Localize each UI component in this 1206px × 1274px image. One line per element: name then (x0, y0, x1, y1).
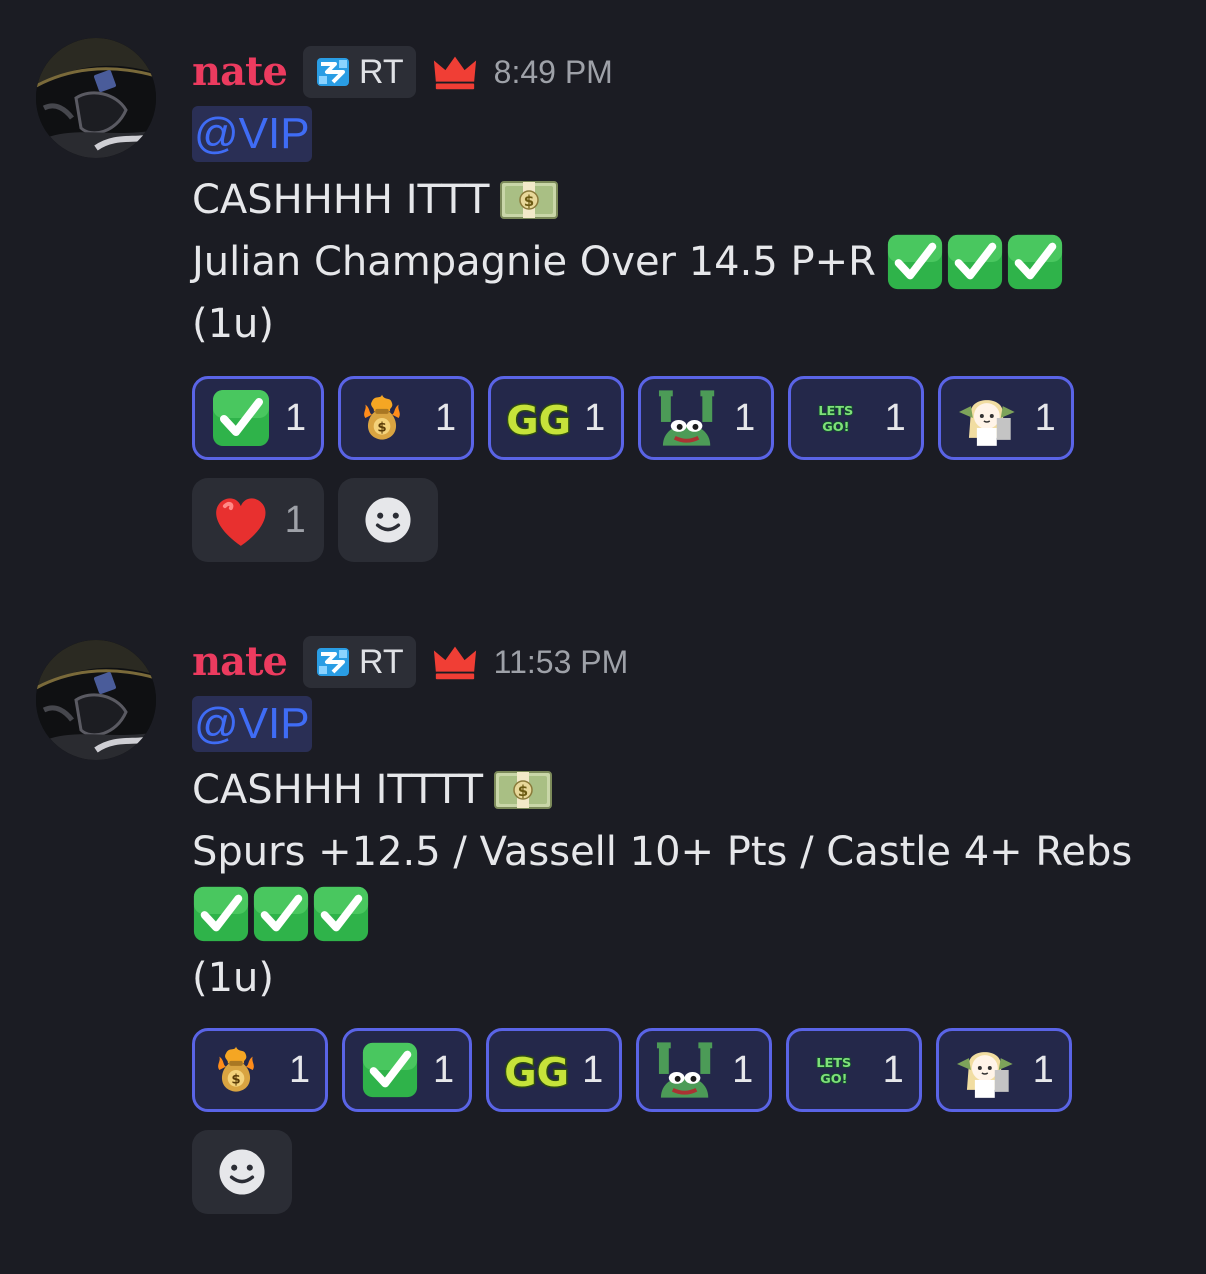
gg-emoji-icon (505, 1044, 568, 1096)
reaction-count: 1 (584, 396, 606, 439)
reaction-gg[interactable]: 1 (486, 1028, 622, 1112)
reactions-row: 1 1 1 1 1 1 (192, 1028, 1072, 1112)
avatar-image (36, 38, 156, 158)
reaction-anime-girl[interactable]: 1 (938, 376, 1074, 460)
message-line: (1u) (192, 950, 274, 1006)
money-bag-fire-icon (211, 1040, 261, 1100)
role-tag[interactable]: RT (302, 46, 416, 98)
message-header: nate RT 11:53 PM (192, 634, 628, 690)
reaction-count: 1 (1034, 396, 1056, 439)
smiley-face-icon (362, 494, 414, 546)
message-line: CASHHH ITTTT (192, 762, 553, 818)
username[interactable]: nate (192, 52, 288, 92)
role-tag[interactable]: RT (302, 636, 416, 688)
message-text: Spurs +12.5 / Vassell 10+ Pts / Castle 4… (192, 829, 1133, 875)
avatar-image (36, 640, 156, 760)
message-text: Julian Champagnie Over 14.5 P+R (192, 239, 876, 285)
reactions-row (192, 1130, 292, 1214)
check-mark-emoji-icon (361, 1038, 419, 1102)
message-line: CASHHHH ITTT (192, 172, 559, 228)
crown-icon (432, 642, 478, 682)
reaction-gg[interactable]: 1 (488, 376, 624, 460)
role-tag-label: RT (358, 642, 404, 681)
timestamp[interactable]: 8:49 PM (494, 54, 613, 91)
check-mark-icon (252, 885, 310, 943)
message-header: nate RT 8:49 PM (192, 44, 613, 100)
rt-role-icon (313, 52, 353, 92)
message-line: Julian Champagnie Over 14.5 P+R (192, 232, 1064, 292)
reaction-count: 1 (433, 1048, 455, 1091)
lets-go-emoji-icon (805, 1050, 863, 1090)
money-bag-fire-icon (357, 388, 407, 448)
anime-girl-emoji-icon (957, 387, 1017, 449)
reaction-count: 1 (882, 1048, 904, 1091)
check-mark-icon (192, 885, 250, 943)
anime-girl-emoji-icon (955, 1039, 1015, 1101)
reaction-pepe[interactable]: 1 (638, 376, 774, 460)
smiley-face-icon (216, 1146, 268, 1198)
check-mark-emoji-icon (211, 386, 271, 450)
reaction-lets-go[interactable]: 1 (786, 1028, 922, 1112)
message-text: (1u) (192, 955, 275, 1001)
check-mark-icon (946, 233, 1004, 291)
username[interactable]: nate (192, 642, 288, 682)
reaction-count: 1 (582, 1048, 604, 1091)
reaction-money-bag[interactable]: 1 (338, 376, 474, 460)
timestamp[interactable]: 11:53 PM (494, 644, 629, 681)
gg-emoji-icon (507, 392, 570, 444)
check-mark-icon (886, 233, 944, 291)
reaction-check-mark[interactable]: 1 (342, 1028, 472, 1112)
red-heart-icon (211, 491, 271, 549)
reaction-count: 1 (289, 1048, 311, 1091)
pepe-emoji-icon (657, 388, 716, 448)
pepe-emoji-icon (655, 1040, 714, 1100)
reaction-pepe[interactable]: 1 (636, 1028, 772, 1112)
reaction-lets-go[interactable]: 1 (788, 376, 924, 460)
add-reaction-button[interactable] (338, 478, 438, 562)
message-text: CASHHH ITTTT (192, 767, 484, 813)
reaction-check-mark[interactable]: 1 (192, 376, 324, 460)
reaction-count: 1 (884, 396, 906, 439)
check-mark-icon (312, 885, 370, 943)
reactions-row: 1 1 1 1 1 1 (192, 376, 1074, 460)
reaction-heart[interactable]: 1 (192, 478, 324, 562)
user-avatar[interactable] (36, 38, 156, 158)
reaction-count: 1 (1032, 1048, 1054, 1091)
lets-go-emoji-icon (807, 398, 865, 438)
role-tag-label: RT (358, 52, 404, 91)
check-mark-icon (1006, 233, 1064, 291)
reaction-count: 1 (732, 1048, 754, 1091)
reaction-anime-girl[interactable]: 1 (936, 1028, 1072, 1112)
message-line: (1u) (192, 296, 274, 352)
reactions-row: 1 (192, 478, 438, 562)
check-mark-icons (886, 233, 1064, 291)
role-mention[interactable]: @VIP (192, 106, 312, 162)
dollar-banknote-icon (493, 768, 553, 812)
dollar-banknote-icon (499, 178, 559, 222)
user-avatar[interactable] (36, 640, 156, 760)
reaction-count: 1 (284, 498, 306, 541)
rt-role-icon (313, 642, 353, 682)
add-reaction-button[interactable] (192, 1130, 292, 1214)
reaction-count: 1 (435, 396, 457, 439)
message-text: CASHHHH ITTT (192, 177, 490, 223)
reaction-count: 1 (734, 396, 756, 439)
reaction-money-bag[interactable]: 1 (192, 1028, 328, 1112)
message-text: (1u) (192, 301, 275, 347)
crown-icon (432, 52, 478, 92)
message-line: Spurs +12.5 / Vassell 10+ Pts / Castle 4… (192, 824, 1132, 880)
role-mention[interactable]: @VIP (192, 696, 312, 752)
check-mark-icons (192, 884, 370, 944)
reaction-count: 1 (285, 396, 307, 439)
